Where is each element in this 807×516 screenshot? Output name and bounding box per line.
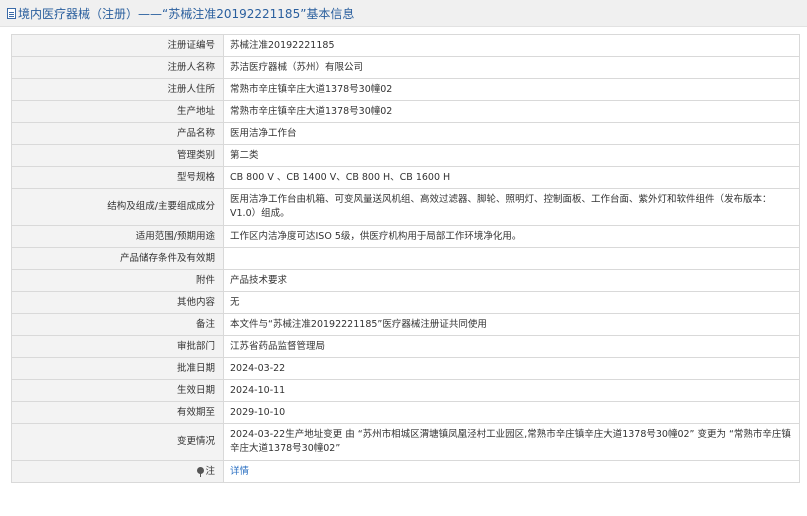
row-value: 医用洁净工作台由机箱、可变风量送风机组、高效过滤器、脚轮、照明灯、控制面板、工作… (223, 188, 800, 226)
row-value: 2024-03-22生产地址变更 由 “苏州市相城区渭塘镇凤凰泾村工业园区,常熟… (223, 423, 800, 461)
note-label-text: 注 (205, 465, 215, 477)
row-label: 备注 (11, 313, 224, 336)
detail-table-container: 注册证编号 苏械注准20192221185 注册人名称 苏洁医疗器械（苏州）有限… (11, 34, 800, 483)
row-value: 2024-10-11 (223, 379, 800, 402)
row-value: CB 800 V 、CB 1400 V、CB 800 H、CB 1600 H (223, 166, 800, 189)
page-title: 境内医疗器械（注册）——“苏械注准20192221185”基本信息 (18, 6, 355, 21)
note-label: 注 (11, 460, 224, 483)
row-value: 2024-03-22 (223, 357, 800, 380)
table-row: 注册证编号 苏械注准20192221185 (11, 34, 800, 57)
note-value: 详情 (223, 460, 800, 483)
row-label: 结构及组成/主要组成成分 (11, 188, 224, 226)
row-value: 无 (223, 291, 800, 314)
row-value: 苏械注准20192221185 (223, 34, 800, 57)
row-label: 产品储存条件及有效期 (11, 247, 224, 270)
row-value: 产品技术要求 (223, 269, 800, 292)
row-value: 2029-10-10 (223, 401, 800, 424)
table-row: 注册人名称 苏洁医疗器械（苏州）有限公司 (11, 56, 800, 79)
detail-table: 注册证编号 苏械注准20192221185 注册人名称 苏洁医疗器械（苏州）有限… (11, 34, 800, 483)
details-link[interactable]: 详情 (230, 466, 249, 477)
row-value: 第二类 (223, 144, 800, 167)
row-label: 型号规格 (11, 166, 224, 189)
table-row: 管理类别 第二类 (11, 144, 800, 167)
table-row: 产品名称 医用洁净工作台 (11, 122, 800, 145)
row-value: 苏洁医疗器械（苏州）有限公司 (223, 56, 800, 79)
row-value: 常熟市辛庄镇辛庄大道1378号30幢02 (223, 78, 800, 101)
table-row: 产品储存条件及有效期 (11, 247, 800, 270)
note-row: 注 详情 (11, 460, 800, 483)
row-label: 注册人名称 (11, 56, 224, 79)
row-label: 产品名称 (11, 122, 224, 145)
document-icon (7, 7, 16, 19)
table-row: 变更情况 2024-03-22生产地址变更 由 “苏州市相城区渭塘镇凤凰泾村工业… (11, 423, 800, 461)
pin-icon (197, 466, 205, 477)
row-label: 生产地址 (11, 100, 224, 123)
row-value: 医用洁净工作台 (223, 122, 800, 145)
table-row: 注册人住所 常熟市辛庄镇辛庄大道1378号30幢02 (11, 78, 800, 101)
table-row: 其他内容 无 (11, 291, 800, 314)
table-row: 备注 本文件与“苏械注准20192221185”医疗器械注册证共同使用 (11, 313, 800, 336)
table-row: 批准日期 2024-03-22 (11, 357, 800, 380)
table-row: 适用范围/预期用途 工作区内洁净度可达ISO 5级，供医疗机构用于局部工作环境净… (11, 225, 800, 248)
page-header: 境内医疗器械（注册）——“苏械注准20192221185”基本信息 (0, 0, 807, 27)
row-value: 本文件与“苏械注准20192221185”医疗器械注册证共同使用 (223, 313, 800, 336)
row-label: 注册证编号 (11, 34, 224, 57)
table-row: 有效期至 2029-10-10 (11, 401, 800, 424)
row-label: 适用范围/预期用途 (11, 225, 224, 248)
row-label: 审批部门 (11, 335, 224, 358)
table-row: 生效日期 2024-10-11 (11, 379, 800, 402)
row-value: 江苏省药品监督管理局 (223, 335, 800, 358)
table-row: 型号规格 CB 800 V 、CB 1400 V、CB 800 H、CB 160… (11, 166, 800, 189)
row-label: 批准日期 (11, 357, 224, 380)
row-label: 有效期至 (11, 401, 224, 424)
row-label: 管理类别 (11, 144, 224, 167)
row-label: 生效日期 (11, 379, 224, 402)
table-row: 结构及组成/主要组成成分 医用洁净工作台由机箱、可变风量送风机组、高效过滤器、脚… (11, 188, 800, 226)
row-value (223, 247, 800, 270)
table-row: 附件 产品技术要求 (11, 269, 800, 292)
row-value: 常熟市辛庄镇辛庄大道1378号30幢02 (223, 100, 800, 123)
table-row: 审批部门 江苏省药品监督管理局 (11, 335, 800, 358)
row-label: 变更情况 (11, 423, 224, 461)
row-label: 注册人住所 (11, 78, 224, 101)
row-label: 附件 (11, 269, 224, 292)
table-row: 生产地址 常熟市辛庄镇辛庄大道1378号30幢02 (11, 100, 800, 123)
row-value: 工作区内洁净度可达ISO 5级，供医疗机构用于局部工作环境净化用。 (223, 225, 800, 248)
row-label: 其他内容 (11, 291, 224, 314)
